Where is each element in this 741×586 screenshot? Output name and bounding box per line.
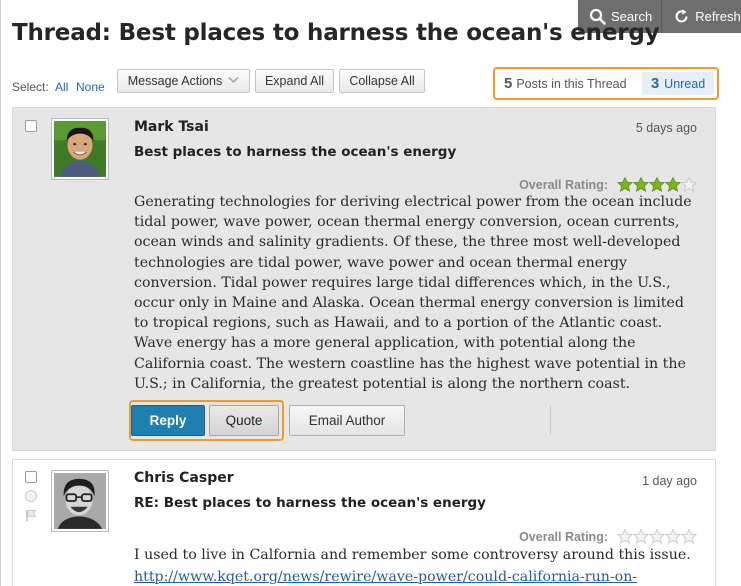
star-empty-icon[interactable] xyxy=(681,177,697,192)
post-select-checkbox[interactable] xyxy=(25,471,37,483)
select-all-link[interactable]: All xyxy=(55,80,68,94)
avatar xyxy=(51,470,109,532)
rating-label: Overall Rating: xyxy=(519,177,608,192)
star-empty-icon[interactable] xyxy=(665,529,681,544)
quote-button[interactable]: Quote xyxy=(209,405,279,436)
unread-count: 3 xyxy=(650,75,660,92)
rating-label: Overall Rating: xyxy=(519,529,608,544)
select-none-link[interactable]: None xyxy=(76,80,105,94)
star-filled-icon[interactable] xyxy=(633,177,649,192)
refresh-icon xyxy=(673,8,690,25)
chevron-down-icon xyxy=(228,76,239,87)
post-subject: Best places to harness the ocean's energ… xyxy=(134,144,457,160)
select-label: Select: xyxy=(12,80,49,94)
overall-rating: Overall Rating: xyxy=(519,177,697,192)
post-body: I used to live in Calfornia and remember… xyxy=(134,547,691,563)
overall-rating: Overall Rating: xyxy=(519,529,697,544)
unread-count-filter[interactable]: 3 Unread xyxy=(642,72,714,95)
refresh-button[interactable]: Refresh xyxy=(662,0,741,33)
post-subject: RE: Best places to harness the ocean's e… xyxy=(134,495,486,511)
posts-count-filter[interactable]: 5 Posts in this Thread xyxy=(498,72,642,95)
star-filled-icon[interactable] xyxy=(649,177,665,192)
post-card: Mark Tsai 5 days ago Best places to harn… xyxy=(12,107,716,451)
post-count-box: 5 Posts in this Thread 3 Unread xyxy=(493,67,719,100)
star-empty-icon[interactable] xyxy=(649,529,665,544)
star-filled-icon[interactable] xyxy=(617,177,633,192)
post-author: Chris Casper xyxy=(134,470,234,486)
post-body: Generating technologies for deriving ele… xyxy=(134,194,692,392)
message-actions-button[interactable]: Message Actions xyxy=(117,69,250,93)
unread-indicator[interactable] xyxy=(25,490,37,502)
star-filled-icon[interactable] xyxy=(665,177,681,192)
post-select-checkbox[interactable] xyxy=(25,120,37,132)
star-empty-icon[interactable] xyxy=(633,529,649,544)
star-empty-icon[interactable] xyxy=(681,529,697,544)
post-card: Chris Casper 1 day ago RE: Best places t… xyxy=(12,459,716,586)
post-time: 5 days ago xyxy=(635,121,697,135)
collapse-all-button[interactable]: Collapse All xyxy=(339,69,425,93)
post-time: 1 day ago xyxy=(642,474,697,488)
rating-stars[interactable] xyxy=(617,529,697,544)
expand-all-button[interactable]: Expand All xyxy=(255,69,334,93)
avatar xyxy=(51,118,109,180)
email-author-button[interactable]: Email Author xyxy=(289,405,405,436)
star-empty-icon[interactable] xyxy=(617,529,633,544)
flag-icon[interactable] xyxy=(25,509,37,527)
refresh-label: Refresh xyxy=(695,9,741,24)
posts-count: 5 xyxy=(504,75,513,92)
button-divider xyxy=(550,405,551,435)
reply-button[interactable]: Reply xyxy=(131,405,205,436)
page-title: Thread: Best places to harness the ocean… xyxy=(12,20,660,46)
unread-count-label: Unread xyxy=(664,76,706,91)
post-link[interactable]: http://www.kqet.org/news/rewire/wave-pow… xyxy=(134,569,637,585)
rating-stars[interactable] xyxy=(617,177,697,192)
posts-count-label: Posts in this Thread xyxy=(516,76,627,91)
message-actions-label: Message Actions xyxy=(127,74,223,88)
post-author: Mark Tsai xyxy=(134,119,209,135)
